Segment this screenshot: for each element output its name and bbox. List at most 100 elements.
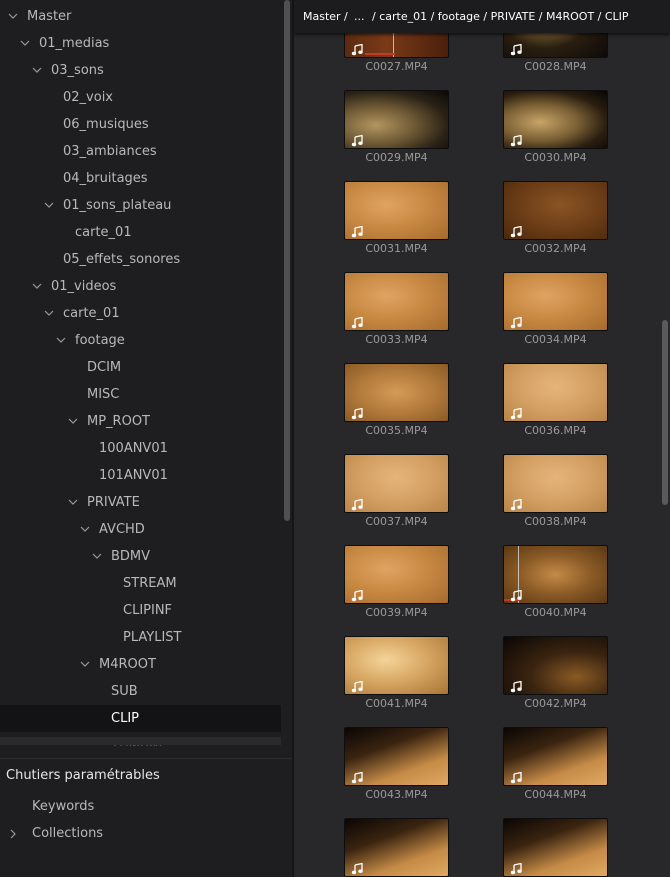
bin-tree-item[interactable]: Master bbox=[0, 3, 281, 30]
clip-thumbnail-image[interactable] bbox=[503, 818, 608, 877]
clip-thumbnail-image[interactable] bbox=[344, 363, 449, 422]
clip-thumbnail-image[interactable] bbox=[503, 545, 608, 604]
clip-thumbnail-image[interactable] bbox=[503, 181, 608, 240]
clip-name: C0044.MP4 bbox=[524, 788, 587, 801]
bin-tree-item[interactable]: CLIPINF bbox=[0, 597, 281, 624]
clip-thumbnail-image[interactable] bbox=[503, 454, 608, 513]
clip-thumbnail-image[interactable] bbox=[344, 727, 449, 786]
clip-name: C0035.MP4 bbox=[365, 424, 428, 437]
bin-tree-item[interactable]: 05_effets_sonores bbox=[0, 246, 281, 273]
audio-note-icon bbox=[510, 405, 522, 420]
audio-note-icon bbox=[351, 223, 363, 238]
bin-tree-item-label: CLIP bbox=[111, 711, 139, 726]
bin-tree-item[interactable]: MISC bbox=[0, 381, 281, 408]
bin-tree-horizontal-scrollbar[interactable] bbox=[0, 737, 281, 745]
chevron-down-icon[interactable] bbox=[80, 651, 92, 678]
bin-tree-item[interactable]: DCIM bbox=[0, 354, 281, 381]
clip-name: C0043.MP4 bbox=[365, 788, 428, 801]
bin-tree-item[interactable]: carte_01 bbox=[0, 300, 281, 327]
chevron-down-icon[interactable] bbox=[8, 3, 20, 30]
bin-tree-item[interactable]: 04_bruitages bbox=[0, 165, 281, 192]
media-pool-grid: Master / ... / carte_01 / footage / PRIV… bbox=[294, 0, 670, 877]
clip-name: C0040.MP4 bbox=[524, 606, 587, 619]
bin-tree-item-label: BDMV bbox=[111, 549, 151, 564]
clip-thumbnail-image[interactable] bbox=[344, 181, 449, 240]
clip-name: C0029.MP4 bbox=[365, 151, 428, 164]
chevron-down-icon[interactable] bbox=[32, 57, 44, 84]
bin-tree-item-label: 03_sons bbox=[51, 63, 104, 78]
bin-tree-item[interactable]: 01_videos bbox=[0, 273, 281, 300]
audio-note-icon bbox=[510, 132, 522, 147]
chevron-down-icon[interactable] bbox=[32, 273, 44, 300]
bin-tree: Master 01_medias 03_sons 02_voix 06_musiques… bbox=[0, 0, 281, 746]
clip-thumbnail-image[interactable] bbox=[344, 90, 449, 149]
bin-tree-item[interactable]: 03_ambiances bbox=[0, 138, 281, 165]
bin-tree-item[interactable]: MP_ROOT bbox=[0, 408, 281, 435]
audio-note-icon bbox=[510, 41, 522, 56]
breadcrumb-root[interactable]: Master / bbox=[303, 0, 348, 33]
bin-tree-item-label: Master bbox=[27, 9, 72, 24]
bin-tree-item[interactable]: M4ROOT bbox=[0, 651, 281, 678]
chevron-down-icon[interactable] bbox=[20, 30, 32, 57]
clip-thumbnail-image[interactable] bbox=[344, 818, 449, 877]
audio-note-icon bbox=[351, 860, 363, 875]
clip-thumbnail-image[interactable] bbox=[503, 272, 608, 331]
smart-bin-label: Collections bbox=[32, 826, 104, 841]
smart-bins-header: Chutiers paramétrables bbox=[6, 768, 160, 783]
audio-note-icon bbox=[510, 587, 522, 602]
bin-tree-item[interactable]: 100ANV01 bbox=[0, 435, 281, 462]
bin-tree-item[interactable]: CLIP bbox=[0, 705, 281, 732]
chevron-down-icon[interactable] bbox=[80, 516, 92, 543]
bin-tree-item[interactable]: 101ANV01 bbox=[0, 462, 281, 489]
chevron-right-icon[interactable] bbox=[9, 820, 21, 847]
bin-tree-item-label: SUB bbox=[111, 684, 138, 699]
bin-tree-item-label: 101ANV01 bbox=[99, 468, 168, 483]
chevron-down-icon[interactable] bbox=[92, 543, 104, 570]
chevron-down-icon[interactable] bbox=[44, 300, 56, 327]
bin-tree-item-label: carte_01 bbox=[75, 225, 132, 240]
audio-note-icon bbox=[351, 314, 363, 329]
smart-bin-collections[interactable]: Collections bbox=[0, 820, 293, 847]
bin-tree-item-label: STREAM bbox=[123, 576, 177, 591]
audio-note-icon bbox=[510, 678, 522, 693]
bin-tree-item[interactable]: AVCHD bbox=[0, 516, 281, 543]
breadcrumb-ellipsis[interactable]: ... bbox=[354, 0, 365, 33]
bin-tree-item-label: 01_medias bbox=[39, 36, 110, 51]
breadcrumb-path[interactable]: / carte_01 / footage / PRIVATE / M4ROOT … bbox=[372, 0, 629, 33]
audio-note-icon bbox=[351, 678, 363, 693]
clip-thumbnail-image[interactable] bbox=[344, 636, 449, 695]
bin-tree-item[interactable]: footage bbox=[0, 327, 281, 354]
bin-tree-item[interactable]: 03_sons bbox=[0, 57, 281, 84]
bin-tree-item[interactable]: BDMV bbox=[0, 543, 281, 570]
chevron-down-icon[interactable] bbox=[68, 408, 80, 435]
clip-thumbnail-image[interactable] bbox=[344, 272, 449, 331]
clip-thumbnail-image[interactable] bbox=[344, 454, 449, 513]
bin-tree-item[interactable]: 02_voix bbox=[0, 84, 281, 111]
media-grid-scrollbar[interactable] bbox=[662, 320, 668, 505]
panel-divider bbox=[0, 758, 293, 759]
clip-thumbnail-image[interactable] bbox=[344, 545, 449, 604]
bin-tree-item[interactable]: 01_sons_plateau bbox=[0, 192, 281, 219]
clip-thumbnail-image[interactable] bbox=[503, 90, 608, 149]
bin-tree-scrollbar[interactable] bbox=[283, 0, 291, 525]
bin-tree-item-label: PLAYLIST bbox=[123, 630, 182, 645]
clip-thumbnail-image[interactable] bbox=[503, 727, 608, 786]
clip-name: C0032.MP4 bbox=[524, 242, 587, 255]
chevron-down-icon[interactable] bbox=[56, 327, 68, 354]
chevron-down-icon[interactable] bbox=[44, 192, 56, 219]
bin-tree-item[interactable]: PLAYLIST bbox=[0, 624, 281, 651]
clip-thumbnail-image[interactable] bbox=[503, 363, 608, 422]
bin-tree-item[interactable]: PRIVATE bbox=[0, 489, 281, 516]
bin-tree-item-label: 100ANV01 bbox=[99, 441, 168, 456]
clip-thumbnail-image[interactable] bbox=[503, 636, 608, 695]
bin-tree-item[interactable]: carte_01 bbox=[0, 219, 281, 246]
bin-tree-item[interactable]: 01_medias bbox=[0, 30, 281, 57]
chevron-down-icon[interactable] bbox=[68, 489, 80, 516]
bin-tree-item[interactable]: 06_musiques bbox=[0, 111, 281, 138]
bin-tree-item-label: DCIM bbox=[87, 360, 122, 375]
bin-tree-item[interactable]: SUB bbox=[0, 678, 281, 705]
audio-note-icon bbox=[510, 860, 522, 875]
smart-bin-keywords[interactable]: Keywords bbox=[0, 793, 293, 820]
bin-tree-item[interactable]: STREAM bbox=[0, 570, 281, 597]
clip-name: C0031.MP4 bbox=[365, 242, 428, 255]
